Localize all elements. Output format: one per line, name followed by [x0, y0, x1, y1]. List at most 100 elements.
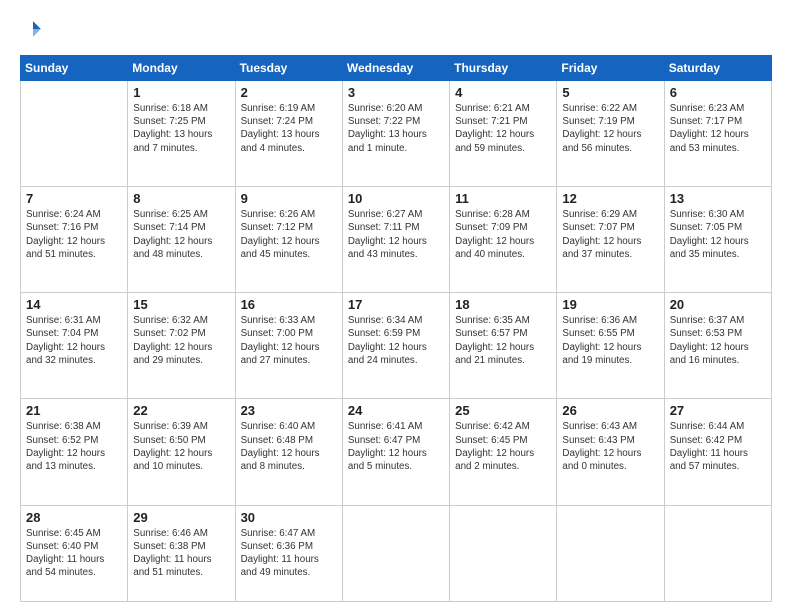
- cell-info: Sunrise: 6:18 AM Sunset: 7:25 PM Dayligh…: [133, 102, 229, 155]
- cell-info: Sunrise: 6:32 AM Sunset: 7:02 PM Dayligh…: [133, 314, 229, 367]
- calendar-cell: 5 Sunrise: 6:22 AM Sunset: 7:19 PM Daylig…: [557, 81, 664, 187]
- calendar-cell: [557, 505, 664, 602]
- calendar-cell: [450, 505, 557, 602]
- calendar-cell: 2Sunrise: 6:19 AM Sunset: 7:24 PM Daylig…: [235, 81, 342, 187]
- day-number: 18: [455, 297, 551, 312]
- cell-info: Sunrise: 6:43 AM Sunset: 6:43 PM Dayligh…: [562, 420, 658, 473]
- day-number: 24: [348, 403, 444, 418]
- cell-info: Sunrise: 6:33 AM Sunset: 7:00 PM Dayligh…: [241, 314, 337, 367]
- day-number: 5: [562, 85, 658, 100]
- calendar-cell: 15Sunrise: 6:32 AM Sunset: 7:02 PM Dayli…: [128, 293, 235, 399]
- cell-info: Sunrise: 6:30 AM Sunset: 7:05 PM Dayligh…: [670, 208, 766, 261]
- cell-info: Sunrise: 6:29 AM Sunset: 7:07 PM Dayligh…: [562, 208, 658, 261]
- calendar-cell: 7 Sunrise: 6:24 AM Sunset: 7:16 PM Daylig…: [21, 187, 128, 293]
- column-header-monday: Monday: [128, 56, 235, 81]
- logo-icon: [22, 18, 44, 40]
- calendar-cell: 10 Sunrise: 6:27 AM Sunset: 7:11 PM Dayli…: [342, 187, 449, 293]
- calendar-cell: 3Sunrise: 6:20 AM Sunset: 7:22 PM Daylig…: [342, 81, 449, 187]
- cell-info: Sunrise: 6:47 AM Sunset: 6:36 PM Dayligh…: [241, 527, 337, 580]
- cell-info: Sunrise: 6:25 AM Sunset: 7:14 PM Dayligh…: [133, 208, 229, 261]
- cell-info: Sunrise: 6:46 AM Sunset: 6:38 PM Dayligh…: [133, 527, 229, 580]
- column-header-saturday: Saturday: [664, 56, 771, 81]
- cell-info: Sunrise: 6:26 AM Sunset: 7:12 PM Dayligh…: [241, 208, 337, 261]
- calendar-cell: 13 Sunrise: 6:30 AM Sunset: 7:05 PM Dayli…: [664, 187, 771, 293]
- cell-info: Sunrise: 6:27 AM Sunset: 7:11 PM Dayligh…: [348, 208, 444, 261]
- cell-info: Sunrise: 6:36 AM Sunset: 6:55 PM Dayligh…: [562, 314, 658, 367]
- day-number: 22: [133, 403, 229, 418]
- day-number: 27: [670, 403, 766, 418]
- day-number: 16: [241, 297, 337, 312]
- calendar-week-row: 1 Sunrise: 6:18 AM Sunset: 7:25 PM Daylig…: [21, 81, 772, 187]
- calendar-cell: 18 Sunrise: 6:35 AM Sunset: 6:57 PM Dayli…: [450, 293, 557, 399]
- calendar-cell: 4 Sunrise: 6:21 AM Sunset: 7:21 PM Daylig…: [450, 81, 557, 187]
- calendar-week-row: 7 Sunrise: 6:24 AM Sunset: 7:16 PM Daylig…: [21, 187, 772, 293]
- calendar-cell: [664, 505, 771, 602]
- calendar-week-row: 21 Sunrise: 6:38 AM Sunset: 6:52 PM Dayli…: [21, 399, 772, 505]
- calendar-cell: 12 Sunrise: 6:29 AM Sunset: 7:07 PM Dayli…: [557, 187, 664, 293]
- calendar-cell: 24Sunrise: 6:41 AM Sunset: 6:47 PM Dayli…: [342, 399, 449, 505]
- cell-info: Sunrise: 6:38 AM Sunset: 6:52 PM Dayligh…: [26, 420, 122, 473]
- calendar-cell: 26 Sunrise: 6:43 AM Sunset: 6:43 PM Dayli…: [557, 399, 664, 505]
- day-number: 28: [26, 510, 122, 525]
- column-header-friday: Friday: [557, 56, 664, 81]
- calendar-cell: 28 Sunrise: 6:45 AM Sunset: 6:40 PM Dayli…: [21, 505, 128, 602]
- cell-info: Sunrise: 6:40 AM Sunset: 6:48 PM Dayligh…: [241, 420, 337, 473]
- calendar-cell: 20Sunrise: 6:37 AM Sunset: 6:53 PM Dayli…: [664, 293, 771, 399]
- calendar-cell: 23 Sunrise: 6:40 AM Sunset: 6:48 PM Dayli…: [235, 399, 342, 505]
- day-number: 29: [133, 510, 229, 525]
- day-number: 30: [241, 510, 337, 525]
- day-number: 25: [455, 403, 551, 418]
- cell-info: Sunrise: 6:35 AM Sunset: 6:57 PM Dayligh…: [455, 314, 551, 367]
- calendar-cell: [342, 505, 449, 602]
- calendar-cell: 22Sunrise: 6:39 AM Sunset: 6:50 PM Dayli…: [128, 399, 235, 505]
- day-number: 9: [241, 191, 337, 206]
- cell-info: Sunrise: 6:21 AM Sunset: 7:21 PM Dayligh…: [455, 102, 551, 155]
- column-header-thursday: Thursday: [450, 56, 557, 81]
- calendar-week-row: 14 Sunrise: 6:31 AM Sunset: 7:04 PM Dayli…: [21, 293, 772, 399]
- day-number: 4: [455, 85, 551, 100]
- day-number: 12: [562, 191, 658, 206]
- day-number: 6: [670, 85, 766, 100]
- day-number: 26: [562, 403, 658, 418]
- day-number: 19: [562, 297, 658, 312]
- cell-info: Sunrise: 6:28 AM Sunset: 7:09 PM Dayligh…: [455, 208, 551, 261]
- day-number: 13: [670, 191, 766, 206]
- day-number: 21: [26, 403, 122, 418]
- day-number: 8: [133, 191, 229, 206]
- calendar-cell: 21 Sunrise: 6:38 AM Sunset: 6:52 PM Dayli…: [21, 399, 128, 505]
- calendar-cell: 6 Sunrise: 6:23 AM Sunset: 7:17 PM Daylig…: [664, 81, 771, 187]
- cell-info: Sunrise: 6:34 AM Sunset: 6:59 PM Dayligh…: [348, 314, 444, 367]
- cell-info: Sunrise: 6:23 AM Sunset: 7:17 PM Dayligh…: [670, 102, 766, 155]
- cell-info: Sunrise: 6:45 AM Sunset: 6:40 PM Dayligh…: [26, 527, 122, 580]
- column-header-tuesday: Tuesday: [235, 56, 342, 81]
- column-header-sunday: Sunday: [21, 56, 128, 81]
- day-number: 10: [348, 191, 444, 206]
- column-header-wednesday: Wednesday: [342, 56, 449, 81]
- header: [20, 18, 772, 45]
- day-number: 23: [241, 403, 337, 418]
- cell-info: Sunrise: 6:31 AM Sunset: 7:04 PM Dayligh…: [26, 314, 122, 367]
- cell-info: Sunrise: 6:22 AM Sunset: 7:19 PM Dayligh…: [562, 102, 658, 155]
- calendar-cell: 11 Sunrise: 6:28 AM Sunset: 7:09 PM Dayli…: [450, 187, 557, 293]
- day-number: 11: [455, 191, 551, 206]
- day-number: 7: [26, 191, 122, 206]
- day-number: 17: [348, 297, 444, 312]
- day-number: 14: [26, 297, 122, 312]
- calendar-cell: 1 Sunrise: 6:18 AM Sunset: 7:25 PM Daylig…: [128, 81, 235, 187]
- calendar-cell: 17 Sunrise: 6:34 AM Sunset: 6:59 PM Dayli…: [342, 293, 449, 399]
- cell-info: Sunrise: 6:37 AM Sunset: 6:53 PM Dayligh…: [670, 314, 766, 367]
- calendar-cell: 14 Sunrise: 6:31 AM Sunset: 7:04 PM Dayli…: [21, 293, 128, 399]
- cell-info: Sunrise: 6:42 AM Sunset: 6:45 PM Dayligh…: [455, 420, 551, 473]
- calendar-cell: 16 Sunrise: 6:33 AM Sunset: 7:00 PM Dayli…: [235, 293, 342, 399]
- cell-info: Sunrise: 6:44 AM Sunset: 6:42 PM Dayligh…: [670, 420, 766, 473]
- cell-info: Sunrise: 6:24 AM Sunset: 7:16 PM Dayligh…: [26, 208, 122, 261]
- calendar-cell: 9 Sunrise: 6:26 AM Sunset: 7:12 PM Daylig…: [235, 187, 342, 293]
- calendar-cell: 8 Sunrise: 6:25 AM Sunset: 7:14 PM Daylig…: [128, 187, 235, 293]
- day-number: 3: [348, 85, 444, 100]
- calendar-table: SundayMondayTuesdayWednesdayThursdayFrid…: [20, 55, 772, 602]
- day-number: 1: [133, 85, 229, 100]
- calendar-header-row: SundayMondayTuesdayWednesdayThursdayFrid…: [21, 56, 772, 81]
- calendar-cell: 25 Sunrise: 6:42 AM Sunset: 6:45 PM Dayli…: [450, 399, 557, 505]
- calendar-cell: 19 Sunrise: 6:36 AM Sunset: 6:55 PM Dayli…: [557, 293, 664, 399]
- page: SundayMondayTuesdayWednesdayThursdayFrid…: [0, 0, 792, 612]
